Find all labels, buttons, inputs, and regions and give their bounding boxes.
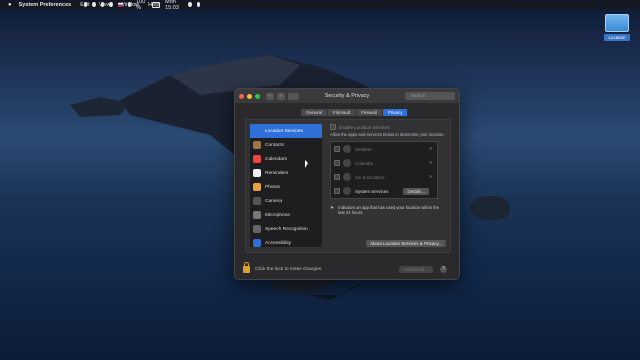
wifi-icon[interactable]	[127, 2, 132, 7]
forward-chevron-icon[interactable]: ›	[277, 92, 285, 100]
privacy-panel: Location Services Contacts Calendars Remind…	[245, 119, 451, 253]
enable-location-checkbox[interactable]: Enable Location Services	[330, 124, 446, 130]
privacy-item-label: Reminders	[265, 170, 289, 176]
tab-bar: General FileVault Firewall Privacy	[301, 109, 409, 116]
privacy-item[interactable]: Accessibility	[250, 236, 322, 250]
location-app-row[interactable]: Siri & Dictation ➤	[331, 170, 437, 184]
battery-percent[interactable]: 100 %	[136, 0, 147, 11]
accessibility-icon	[253, 239, 261, 247]
menu-app-name[interactable]: System Preferences	[19, 2, 72, 8]
privacy-item[interactable]: Speech Recognition	[250, 222, 322, 236]
location-app-row[interactable]: Weather ➤	[331, 142, 437, 156]
privacy-item-label: Location Services	[265, 128, 303, 134]
privacy-item[interactable]: Camera	[250, 194, 322, 208]
close-button-icon[interactable]	[239, 93, 244, 99]
status-sync-icon[interactable]	[92, 2, 96, 7]
app-icon	[343, 159, 351, 167]
lock-text: Click the lock to make changes.	[255, 266, 323, 272]
location-app-list[interactable]: Weather ➤ Calendar ➤ Siri & Dictation ➤ System…	[330, 141, 438, 199]
app-icon	[343, 187, 351, 195]
status-record-icon[interactable]	[84, 2, 88, 7]
apple-menu-icon[interactable]: ●	[8, 2, 12, 8]
privacy-item-label: Contacts	[265, 142, 284, 148]
menu-bar: ● System Preferences Edit View Window He…	[0, 0, 640, 11]
tab-general[interactable]: General	[301, 109, 329, 116]
privacy-item-label: Accessibility	[265, 240, 292, 246]
privacy-item[interactable]: Microphone	[250, 208, 322, 222]
privacy-category-list[interactable]: Location Services Contacts Calendars Remind…	[250, 124, 322, 247]
tab-filevault[interactable]: FileVault	[328, 109, 357, 116]
status-time-machine-icon[interactable]	[100, 2, 105, 7]
location-arrow-icon: ➤	[428, 146, 433, 152]
lock-icon[interactable]	[243, 261, 250, 273]
notification-center-icon[interactable]	[196, 2, 200, 7]
location-settings: Enable Location Services Allow the apps …	[330, 124, 447, 247]
checkbox-icon[interactable]	[334, 146, 340, 152]
location-app-label: System Services	[355, 188, 389, 194]
security-privacy-window: ‹ › Security & Privacy Search General Fi…	[234, 88, 460, 280]
camera-icon	[253, 197, 261, 205]
privacy-item-label: Microphone	[265, 212, 291, 218]
desktop-folder-label: Location	[604, 34, 630, 41]
advanced-button[interactable]: Advanced...	[399, 265, 433, 273]
privacy-item-label: Photos	[265, 184, 280, 190]
privacy-item-label: Camera	[265, 198, 283, 204]
menubar-clock[interactable]: Mon 15:03	[165, 0, 183, 11]
location-app-label: Calendar	[355, 160, 374, 166]
back-chevron-icon[interactable]: ‹	[266, 92, 274, 100]
checkbox-icon[interactable]	[334, 174, 340, 180]
sea-rock	[470, 196, 510, 220]
microphone-icon	[253, 211, 261, 219]
privacy-item[interactable]: Contacts	[250, 138, 322, 152]
photos-flower-icon	[253, 183, 261, 191]
zoom-button-icon[interactable]	[255, 93, 260, 99]
enable-location-label: Enable Location Services	[339, 124, 390, 130]
mouse-pointer-icon	[305, 160, 308, 168]
privacy-item-label: Speech Recognition	[265, 226, 308, 232]
spotlight-icon[interactable]	[188, 2, 192, 7]
checkbox-icon[interactable]	[334, 188, 340, 194]
speech-wave-icon	[253, 225, 261, 233]
location-arrow-icon: ➤	[428, 174, 433, 180]
tab-privacy[interactable]: Privacy	[382, 109, 409, 116]
contacts-book-icon	[253, 141, 261, 149]
app-icon	[343, 145, 351, 153]
folder-icon	[605, 14, 629, 32]
search-placeholder: Search	[411, 93, 426, 98]
privacy-item[interactable]: Calendars	[250, 152, 322, 166]
recent-use-text: Indicates an app that has used your loca…	[338, 205, 440, 215]
details-button[interactable]: Details...	[403, 187, 429, 195]
recent-use-note: ➤ Indicates an app that has used your lo…	[330, 205, 446, 215]
battery-icon[interactable]	[151, 1, 161, 8]
about-location-button[interactable]: About Location Services & Privacy...	[366, 240, 447, 247]
minimize-button-icon[interactable]	[247, 93, 252, 99]
location-app-label: Weather	[355, 146, 372, 152]
checkbox-icon	[330, 124, 336, 130]
location-arrow-icon: ➤	[428, 160, 433, 166]
search-field[interactable]: Search	[405, 92, 455, 100]
privacy-item[interactable]: Photos	[250, 180, 322, 194]
location-app-row[interactable]: Calendar ➤	[331, 156, 437, 170]
tab-firewall[interactable]: Firewall	[356, 109, 383, 116]
show-all-grid-icon[interactable]	[288, 92, 299, 100]
desktop-folder[interactable]: Location	[604, 14, 630, 41]
location-arrow-icon	[253, 127, 261, 135]
privacy-item[interactable]: Location Services	[250, 124, 322, 138]
privacy-item[interactable]: Reminders	[250, 166, 322, 180]
help-button[interactable]: ?	[440, 265, 447, 273]
window-titlebar[interactable]: ‹ › Security & Privacy Search	[235, 89, 459, 103]
location-arrow-icon: ➤	[330, 205, 335, 211]
checkbox-icon[interactable]	[334, 160, 340, 166]
location-app-label: Siri & Dictation	[355, 174, 385, 180]
reminders-list-icon	[253, 169, 261, 177]
status-screen-icon[interactable]	[109, 2, 113, 7]
location-description: Allow the apps and services below to det…	[330, 132, 445, 137]
location-app-row[interactable]: System Services Details...	[331, 184, 437, 198]
window-footer: Click the lock to make changes. Advanced…	[243, 261, 453, 275]
input-source-flag-icon[interactable]	[117, 2, 123, 7]
calendar-icon	[253, 155, 261, 163]
privacy-item-label: Calendars	[265, 156, 287, 162]
app-icon	[343, 173, 351, 181]
